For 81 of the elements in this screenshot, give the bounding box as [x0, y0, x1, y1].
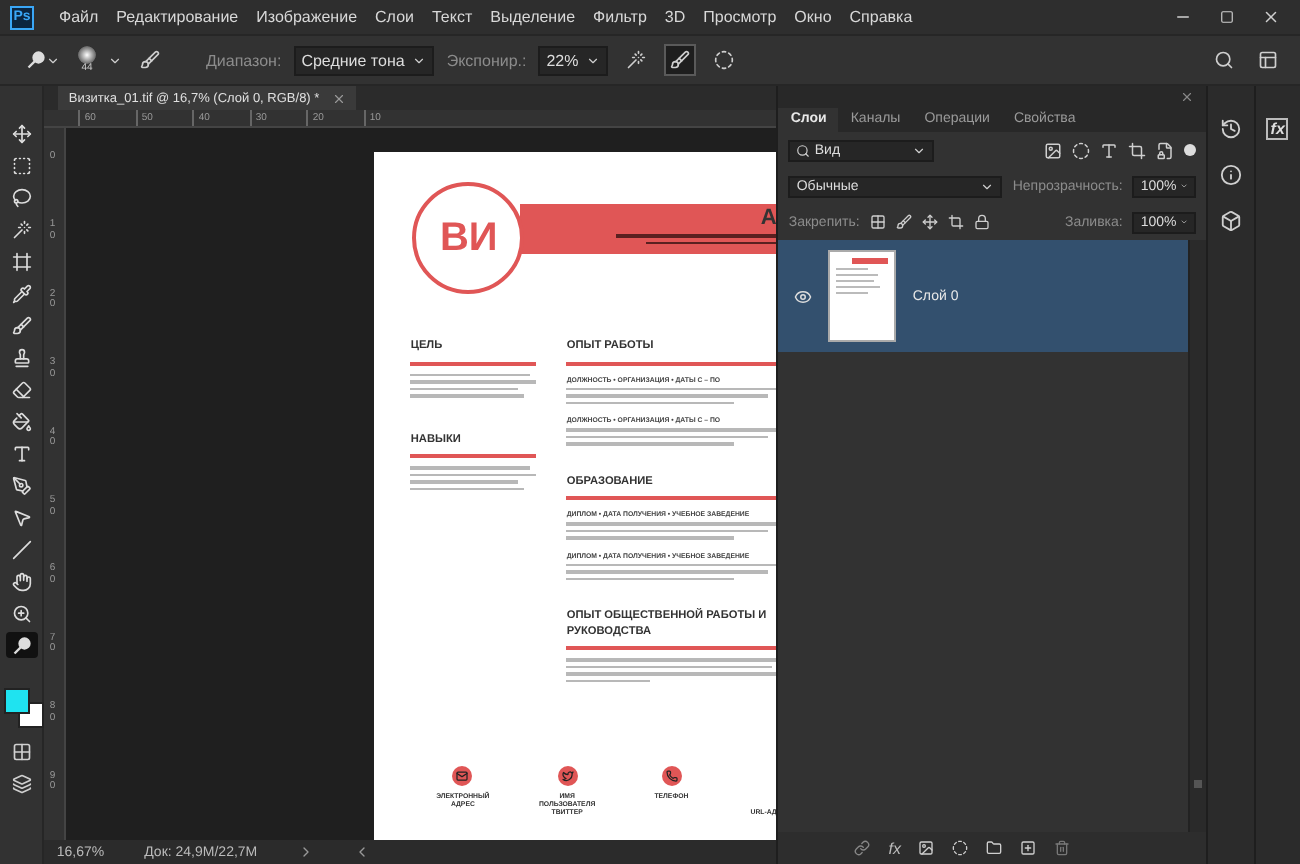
styles-button[interactable]: fx — [1266, 118, 1289, 140]
menu-item[interactable]: Слои — [366, 8, 423, 26]
close-icon — [1262, 8, 1280, 26]
search-icon — [796, 143, 811, 157]
caret-icon — [46, 53, 60, 67]
brush-icon — [895, 214, 912, 230]
dodge-tool-button[interactable] — [5, 632, 38, 658]
eyedropper-icon — [11, 283, 32, 303]
crop-icon — [947, 214, 964, 230]
close-icon — [1180, 90, 1195, 104]
eraser-icon — [11, 379, 32, 399]
frame-icon — [11, 251, 32, 271]
hand-icon — [11, 571, 32, 591]
brush-icon — [670, 50, 691, 70]
history-icon — [1220, 118, 1243, 140]
brush-icon — [11, 315, 32, 335]
blurred-text-drawing — [410, 371, 537, 400]
menu-item[interactable]: Выделение — [481, 8, 585, 26]
resume-name: А — [760, 208, 777, 230]
lock-pixels-icon — [869, 214, 886, 230]
layer-effects-button[interactable]: fx — [888, 839, 901, 857]
blurred-text-drawing — [410, 464, 537, 493]
lock-icon — [973, 214, 990, 230]
caret-icon — [586, 53, 601, 67]
caret-icon — [1180, 216, 1189, 228]
wand-icon — [11, 219, 32, 239]
caret-icon — [912, 143, 927, 157]
smart-object-icon — [1156, 141, 1175, 159]
eye-icon[interactable] — [793, 287, 812, 305]
exposure-label: Экспонир.: — [446, 51, 527, 69]
move-icon — [921, 214, 938, 230]
filter-toggle[interactable] — [1184, 144, 1197, 156]
dodge-icon — [26, 50, 46, 70]
link-icon — [854, 840, 871, 856]
caret-icon — [1180, 180, 1189, 192]
caret-icon — [108, 53, 122, 67]
range-label: Диапазон: — [206, 51, 282, 69]
image-icon — [1044, 141, 1063, 159]
email-icon — [452, 766, 473, 786]
menu-item[interactable]: Файл — [50, 8, 108, 26]
line-icon — [11, 539, 32, 559]
protect-tones-button[interactable] — [664, 44, 697, 76]
exposure-field[interactable]: 22% — [538, 45, 609, 75]
twitter-icon — [557, 766, 578, 786]
menu-item[interactable]: Изображение — [247, 8, 367, 26]
menu-item[interactable]: 3D — [655, 8, 695, 26]
stamp-icon — [11, 347, 32, 367]
menu-item[interactable]: Справка — [840, 8, 922, 26]
brush-icon — [140, 50, 160, 70]
phone-icon — [661, 766, 682, 786]
range-dropdown[interactable]: Средние тона — [293, 45, 435, 75]
caret-icon — [412, 53, 427, 67]
info-icon — [1220, 164, 1243, 186]
lasso-icon — [11, 187, 32, 207]
menu-item[interactable]: Редактирование — [107, 8, 248, 26]
new-layer-icon — [1020, 840, 1037, 856]
caret-icon — [980, 179, 995, 193]
bucket-icon — [11, 411, 32, 431]
brush-tip-icon — [78, 46, 96, 64]
maximize-icon — [1220, 10, 1234, 24]
close-icon — [331, 91, 346, 105]
pen-icon — [11, 475, 32, 495]
initials-circle: ВИ — [412, 182, 525, 294]
type-icon — [1100, 141, 1119, 159]
pointer-icon — [11, 507, 32, 527]
cube-icon — [1220, 210, 1243, 232]
trash-icon — [1054, 840, 1071, 856]
move-icon — [11, 123, 32, 143]
workspace-icon — [1258, 50, 1278, 70]
search-icon — [1214, 50, 1234, 70]
marquee-icon — [11, 155, 32, 175]
menu-item[interactable]: Окно — [785, 8, 841, 26]
type-icon — [11, 443, 32, 463]
dodge-icon — [11, 635, 32, 655]
menu-item[interactable]: Фильтр — [584, 8, 656, 26]
zoom-icon — [11, 603, 32, 623]
folder-icon — [986, 840, 1003, 856]
menu-item[interactable]: Текст — [422, 8, 482, 26]
layer-thumbnail — [828, 250, 897, 342]
menu-item[interactable]: Просмотр — [694, 8, 786, 26]
foreground-color-swatch[interactable] — [3, 688, 30, 714]
